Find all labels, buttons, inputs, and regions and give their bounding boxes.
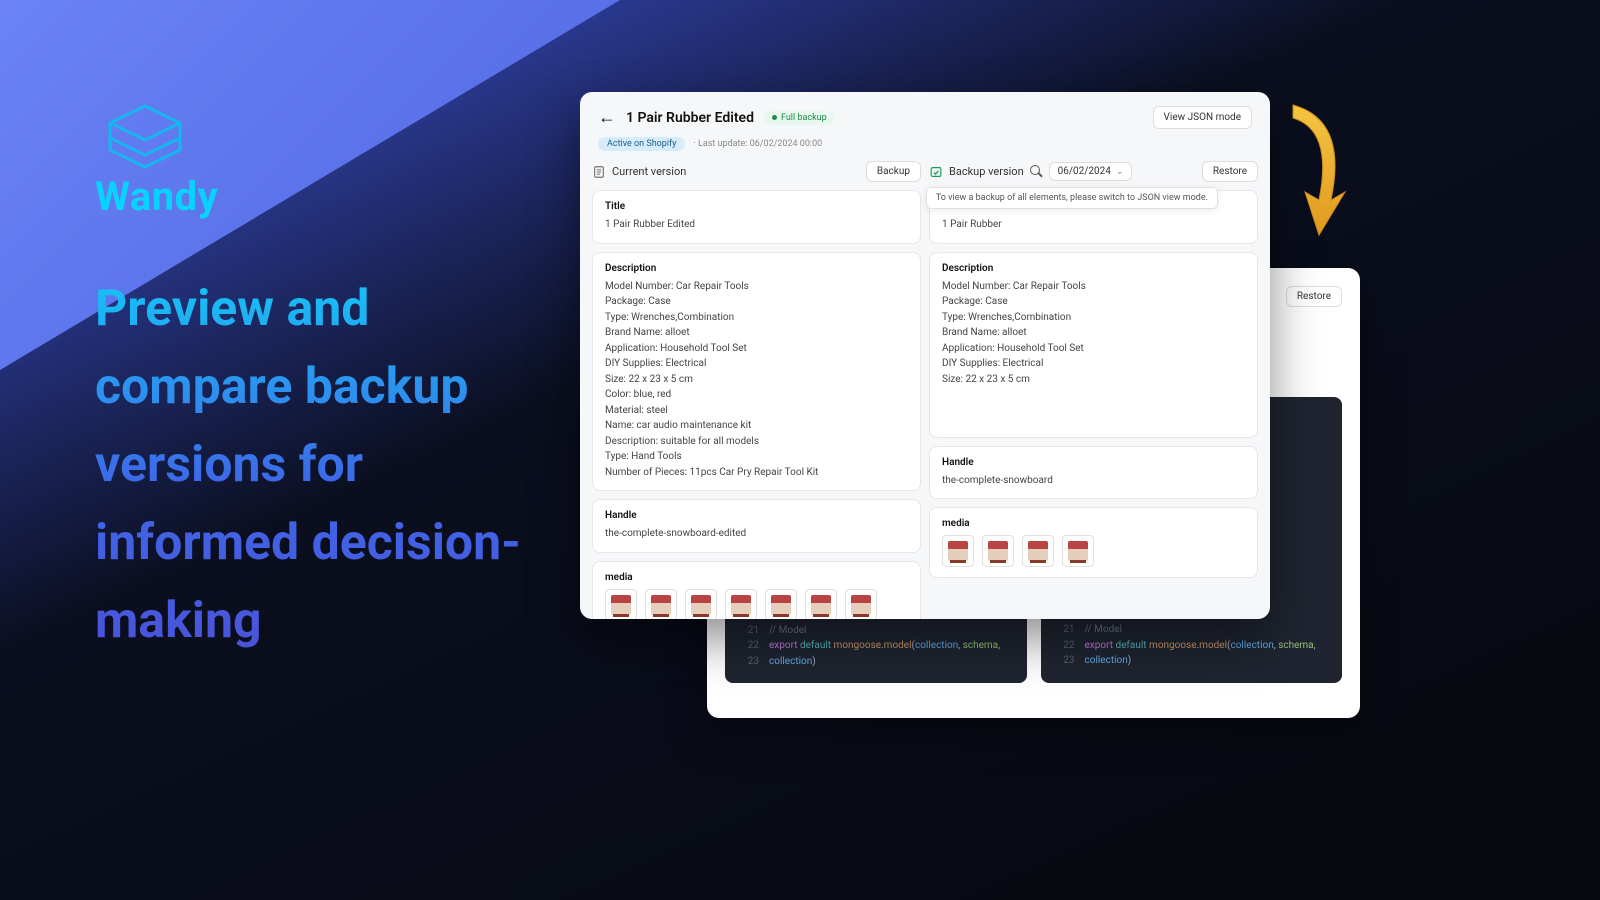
brand-logo-icon (95, 98, 195, 173)
desc-value-left: Model Number: Car Repair Tools Package: … (605, 279, 908, 481)
media-thumb[interactable] (765, 589, 797, 620)
search-icon[interactable] (1030, 165, 1043, 178)
media-thumb[interactable] (942, 535, 974, 567)
page-title: 1 Pair Rubber Edited (626, 110, 754, 126)
date-picker[interactable]: 06/02/2024⌄ (1049, 162, 1133, 181)
brand-name: Wandy (95, 173, 218, 220)
backup-version-heading: Backup version (949, 165, 1024, 178)
media-thumb[interactable] (982, 535, 1014, 567)
desc-label-left: Description (605, 263, 908, 274)
handle-value-right: the-complete-snowboard (942, 473, 1245, 489)
media-thumb[interactable] (605, 589, 637, 620)
media-thumb[interactable] (725, 589, 757, 620)
brand-block: Wandy (95, 98, 218, 220)
handle-label-right: Handle (942, 457, 1245, 468)
tooltip: To view a backup of all elements, please… (926, 187, 1218, 209)
compare-card: ← 1 Pair Rubber Edited Full backup View … (580, 92, 1270, 619)
media-thumb[interactable] (1022, 535, 1054, 567)
media-thumb[interactable] (685, 589, 717, 620)
last-update-text: · Last update: 06/02/2024 00:00 (693, 139, 822, 149)
desc-label-right: Description (942, 263, 1245, 274)
restore-button-back[interactable]: Restore (1286, 286, 1342, 307)
handle-label-left: Handle (605, 510, 908, 521)
back-arrow-icon[interactable]: ← (598, 107, 616, 128)
marketing-headline: Preview and compare backup versions for … (95, 270, 565, 660)
curved-arrow-icon (1283, 100, 1358, 240)
media-thumb[interactable] (805, 589, 837, 620)
title-value-right: 1 Pair Rubber (942, 217, 1245, 233)
restore-button[interactable]: Restore (1202, 161, 1258, 182)
active-badge: Active on Shopify (598, 137, 685, 151)
view-json-button[interactable]: View JSON mode (1153, 106, 1252, 129)
desc-value-right: Model Number: Car Repair Tools Package: … (942, 279, 1245, 388)
backup-button[interactable]: Backup (866, 161, 921, 182)
media-label-right: media (942, 518, 1245, 529)
title-value-left: 1 Pair Rubber Edited (605, 217, 908, 233)
title-label-left: Title (605, 201, 908, 212)
full-backup-badge: Full backup (764, 111, 835, 125)
media-thumb[interactable] (1062, 535, 1094, 567)
chevron-down-icon: ⌄ (1116, 167, 1124, 177)
media-thumb[interactable] (645, 589, 677, 620)
media-label-left: media (605, 572, 908, 583)
media-thumb[interactable] (845, 589, 877, 620)
handle-value-left: the-complete-snowboard-edited (605, 526, 908, 542)
backup-icon (929, 165, 943, 179)
current-version-heading: Current version (612, 165, 686, 178)
document-icon (592, 165, 606, 179)
